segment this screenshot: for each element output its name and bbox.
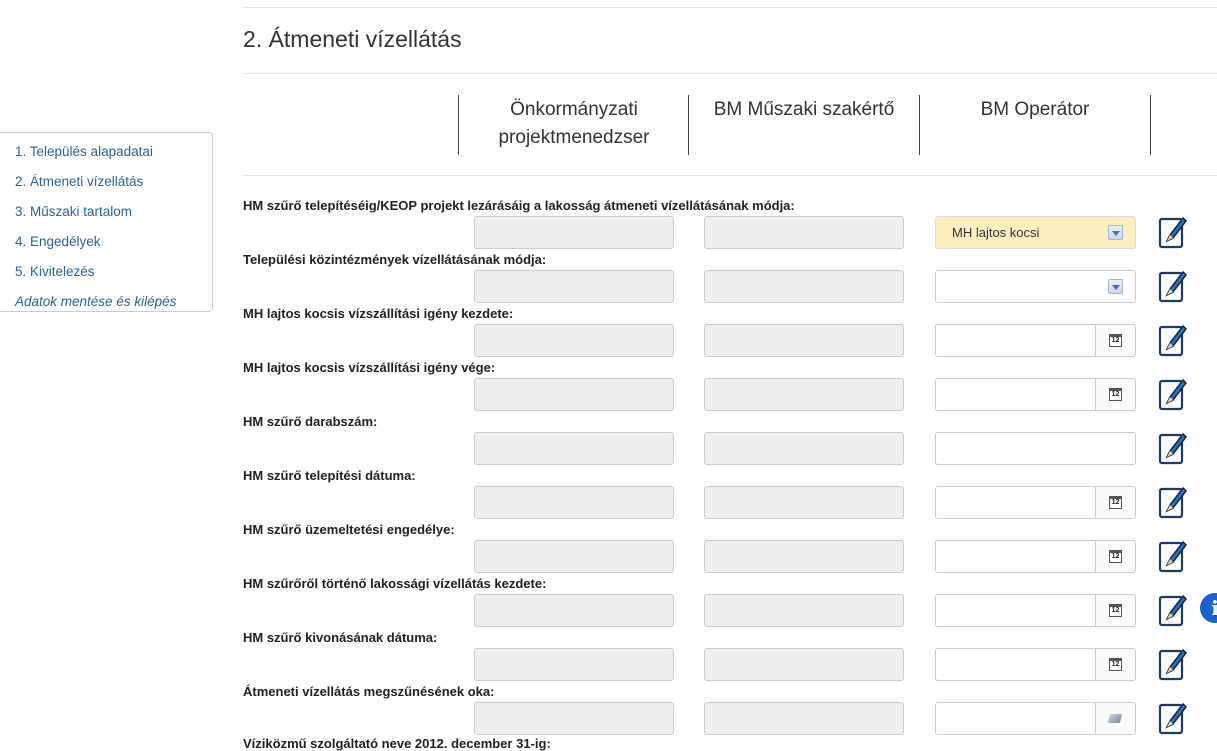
expert-readonly-field: [704, 432, 904, 465]
filter-install-date-input[interactable]: 12: [935, 486, 1136, 519]
row-label-cut-off: Víziközmű szolgáltató neve 2012. decembe…: [243, 736, 551, 751]
date-picker-button[interactable]: 12: [1095, 541, 1135, 572]
row-label: HM szűrő telepítéséig/KEOP projekt lezár…: [243, 198, 795, 213]
info-icon[interactable]: i: [1200, 593, 1217, 623]
calendar-icon: 12: [1109, 658, 1122, 671]
edit-pencil-icon[interactable]: [1158, 215, 1188, 249]
date-picker-button[interactable]: 12: [1095, 487, 1135, 518]
expert-readonly-field: [704, 216, 904, 249]
expert-readonly-field: [704, 702, 904, 735]
edit-pencil-icon[interactable]: [1158, 269, 1188, 303]
column-header-line: BM Műszaki szakértő: [713, 99, 895, 120]
select-value: MH lajtos kocsi: [952, 225, 1040, 240]
row-label: Átmeneti vízellátás megszűnésének oka:: [243, 684, 495, 699]
pm-readonly-field: [474, 324, 674, 357]
edit-pencil-icon[interactable]: [1158, 593, 1188, 627]
column-separator: [1150, 95, 1151, 155]
termination-reason-input[interactable]: [935, 702, 1136, 735]
title-divider: [243, 73, 1217, 74]
date-picker-button[interactable]: 12: [1095, 325, 1135, 356]
sidebar-item-temporary-water-supply[interactable]: 2. Átmeneti vízellátás: [0, 167, 212, 197]
edit-pencil-icon[interactable]: [1158, 431, 1188, 465]
column-separator: [458, 95, 459, 155]
date-picker-button[interactable]: 12: [1095, 595, 1135, 626]
pm-readonly-field: [474, 540, 674, 573]
institution-water-supply-select[interactable]: [935, 270, 1136, 303]
pm-readonly-field: [474, 432, 674, 465]
expert-readonly-field: [704, 378, 904, 411]
expert-readonly-field: [704, 324, 904, 357]
calendar-icon: 12: [1109, 388, 1122, 401]
clear-button[interactable]: [1095, 703, 1135, 734]
date-picker-button[interactable]: 12: [1095, 379, 1135, 410]
edit-pencil-icon[interactable]: [1158, 539, 1188, 573]
column-header-pm: Önkormányzati projektmenedzser: [460, 96, 688, 152]
edit-pencil-icon[interactable]: [1158, 323, 1188, 357]
pm-readonly-field: [474, 702, 674, 735]
expert-readonly-field: [704, 486, 904, 519]
calendar-icon: 12: [1109, 496, 1122, 509]
sidebar-item-save-and-exit[interactable]: Adatok mentése és kilépés: [0, 287, 212, 317]
chevron-down-icon[interactable]: [1108, 279, 1123, 294]
sidebar-item-permits[interactable]: 4. Engedélyek: [0, 227, 212, 257]
header-divider: [243, 175, 1217, 176]
column-separator: [688, 95, 689, 155]
section-nav: 1. Település alapadatai 2. Átmeneti víze…: [0, 132, 213, 312]
edit-pencil-icon[interactable]: [1158, 377, 1188, 411]
pm-readonly-field: [474, 378, 674, 411]
edit-pencil-icon[interactable]: [1158, 647, 1188, 681]
column-separator: [919, 95, 920, 155]
column-header-expert: BM Műszaki szakértő: [690, 96, 918, 124]
edit-pencil-icon[interactable]: [1158, 701, 1188, 735]
edit-pencil-icon[interactable]: [1158, 485, 1188, 519]
pm-readonly-field: [474, 216, 674, 249]
pm-readonly-field: [474, 594, 674, 627]
expert-readonly-field: [704, 648, 904, 681]
pm-readonly-field: [474, 486, 674, 519]
column-header-line: projektmenedzser: [498, 127, 650, 148]
top-divider: [243, 7, 1217, 8]
pm-readonly-field: [474, 648, 674, 681]
filter-supply-start-date-input[interactable]: 12: [935, 594, 1136, 627]
row-label: Települési közintézmények vízellátásának…: [243, 252, 547, 267]
page-title: 2. Átmeneti vízellátás: [243, 26, 462, 52]
water-supply-method-select[interactable]: MH lajtos kocsi: [935, 216, 1136, 249]
calendar-icon: 12: [1109, 550, 1122, 563]
sidebar-item-technical-content[interactable]: 3. Műszaki tartalom: [0, 197, 212, 227]
eraser-icon: [1107, 714, 1123, 723]
row-label: HM szűrő telepítési dátuma:: [243, 468, 416, 483]
filter-operating-permit-input[interactable]: 12: [935, 540, 1136, 573]
expert-readonly-field: [704, 540, 904, 573]
calendar-icon: 12: [1109, 604, 1122, 617]
expert-readonly-field: [704, 270, 904, 303]
water-delivery-start-date-input[interactable]: 12: [935, 324, 1136, 357]
row-label: MH lajtos kocsis vízszállítási igény vég…: [243, 360, 496, 375]
date-picker-button[interactable]: 12: [1095, 649, 1135, 680]
filter-withdrawal-date-input[interactable]: 12: [935, 648, 1136, 681]
row-label: MH lajtos kocsis vízszállítási igény kez…: [243, 306, 514, 321]
sidebar-item-construction[interactable]: 5. Kivitelezés: [0, 257, 212, 287]
expert-readonly-field: [704, 594, 904, 627]
column-header-operator: BM Operátor: [921, 96, 1149, 124]
chevron-down-icon[interactable]: [1108, 225, 1123, 240]
row-label: HM szűrő darabszám:: [243, 414, 378, 429]
column-header-line: Önkormányzati: [510, 99, 638, 120]
water-delivery-end-date-input[interactable]: 12: [935, 378, 1136, 411]
row-label: HM szűrő kivonásának dátuma:: [243, 630, 438, 645]
calendar-icon: 12: [1109, 334, 1122, 347]
row-label: HM szűrőről történő lakossági vízellátás…: [243, 576, 547, 591]
row-label: HM szűrő üzemeltetési engedélye:: [243, 522, 455, 537]
sidebar-item-basic-data[interactable]: 1. Település alapadatai: [0, 137, 212, 167]
pm-readonly-field: [474, 270, 674, 303]
filter-count-input[interactable]: [935, 432, 1136, 465]
column-header-line: BM Operátor: [980, 99, 1090, 120]
